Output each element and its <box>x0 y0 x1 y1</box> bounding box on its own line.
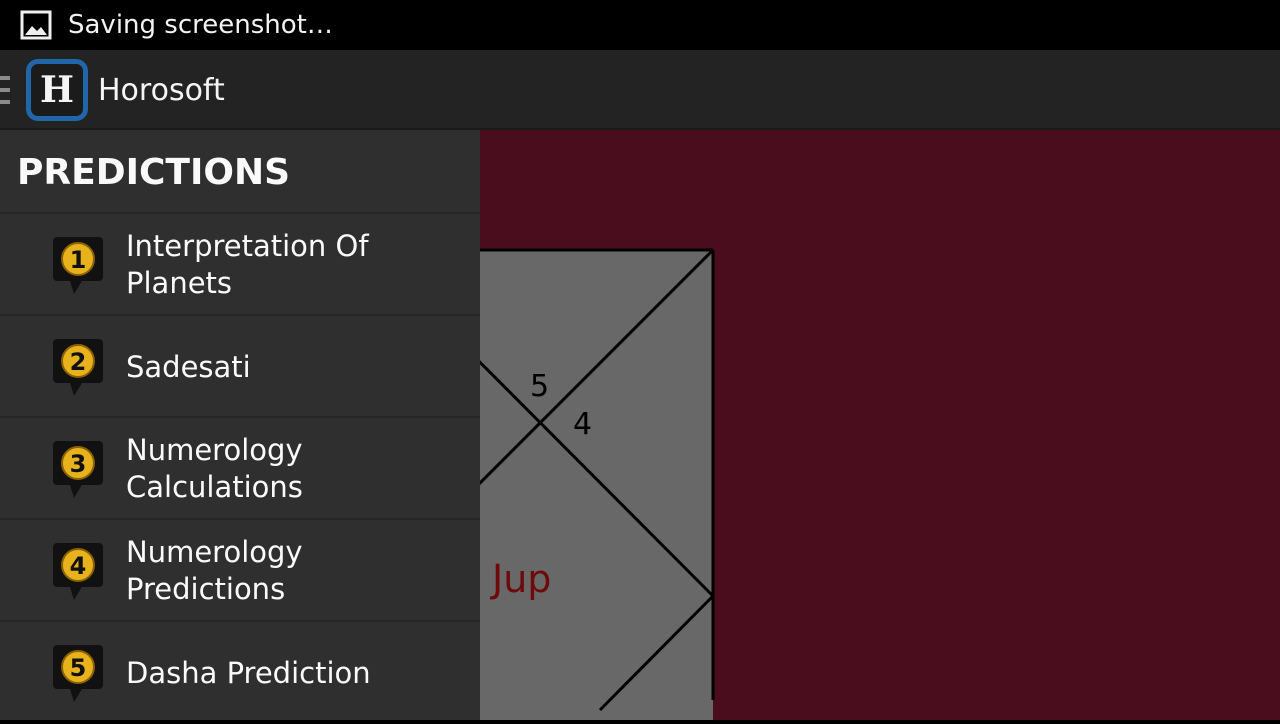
svg-text:5: 5 <box>70 654 87 682</box>
app-logo[interactable]: H <box>26 59 88 121</box>
planet-label-jup: Jup <box>490 557 551 601</box>
app-logo-letter: H <box>39 69 74 111</box>
image-icon <box>20 10 52 40</box>
number-2-badge-icon: 2 <box>53 339 103 396</box>
drawer-toggle-icon[interactable] <box>0 76 10 104</box>
drawer-header: PREDICTIONS <box>0 130 480 214</box>
number-4-badge-icon: 4 <box>53 543 103 600</box>
drawer-item-label: Interpretation Of Planets <box>126 229 369 300</box>
action-bar: H Horosoft <box>0 50 1280 130</box>
drawer-item-label: Dasha Prediction <box>126 655 371 690</box>
app-title[interactable]: Horosoft <box>98 72 225 110</box>
drawer-item-dasha-prediction[interactable]: 5 Dasha Prediction <box>0 622 480 724</box>
house-number-5: 5 <box>530 369 549 404</box>
drawer-item-interpretation-of-planets[interactable]: 1 Interpretation Of Planets <box>0 214 480 316</box>
status-text: Saving screenshot… <box>68 10 333 40</box>
house-number-4: 4 <box>573 407 592 442</box>
drawer-item-numerology-calculations[interactable]: 3 Numerology Calculations <box>0 418 480 520</box>
number-3-badge-icon: 3 <box>53 441 103 498</box>
status-bar: Saving screenshot… <box>0 0 1280 50</box>
navigation-drawer: PREDICTIONS 1 Interpretation Of Planets … <box>0 130 480 720</box>
drawer-item-label: Numerology Predictions <box>126 535 303 606</box>
svg-text:1: 1 <box>70 246 87 274</box>
drawer-item-sadesati[interactable]: 2 Sadesati <box>0 316 480 418</box>
svg-text:3: 3 <box>70 450 87 478</box>
drawer-item-label: Sadesati <box>126 349 251 384</box>
svg-text:2: 2 <box>70 348 87 376</box>
number-5-badge-icon: 5 <box>53 645 103 702</box>
drawer-title: PREDICTIONS <box>17 152 291 193</box>
drawer-item-label: Numerology Calculations <box>126 433 303 504</box>
number-1-badge-icon: 1 <box>53 237 103 294</box>
drawer-item-numerology-predictions[interactable]: 4 Numerology Predictions <box>0 520 480 622</box>
svg-text:4: 4 <box>70 552 87 580</box>
